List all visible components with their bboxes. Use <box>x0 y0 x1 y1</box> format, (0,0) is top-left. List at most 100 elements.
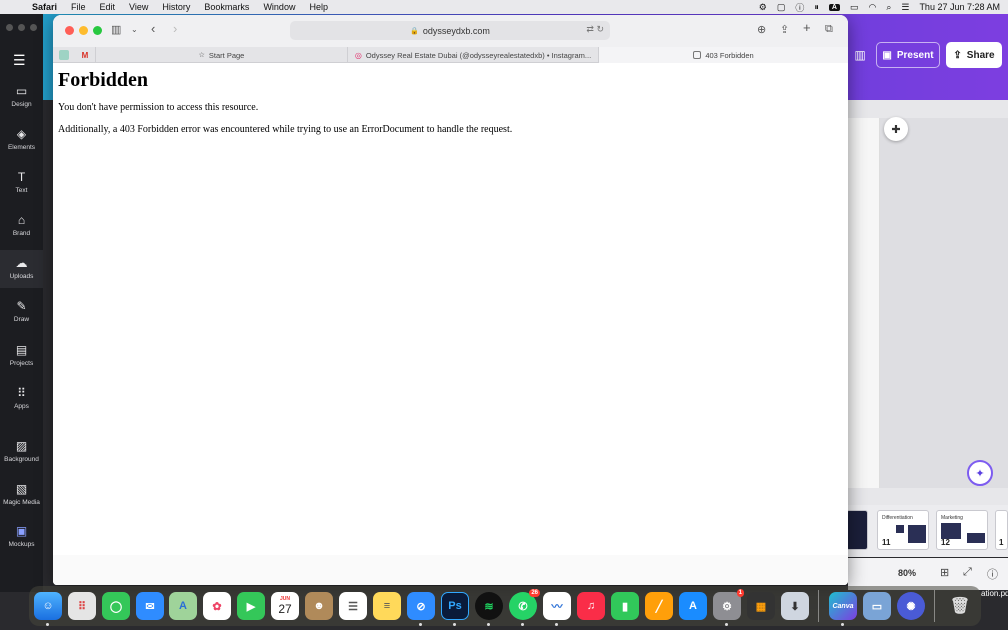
help-icon[interactable]: ⓘ <box>987 566 998 582</box>
rail-text[interactable]: T Text <box>0 170 43 194</box>
menu-bookmarks[interactable]: Bookmarks <box>204 2 249 12</box>
dock-photos[interactable]: ✿ <box>203 592 231 620</box>
tab-bar: M ☆ Start Page ◎ Odyssey Real Estate Dub… <box>53 47 848 63</box>
dock-music[interactable]: ♫ <box>577 592 605 620</box>
tab-instagram[interactable]: ◎ Odyssey Real Estate Dubai (@odysseyrea… <box>347 47 598 63</box>
dock-maps[interactable]: A <box>169 592 197 620</box>
page-thumbnail[interactable]: Differentiation 11 <box>877 510 929 550</box>
rail-background[interactable]: ▨ Background <box>0 439 43 463</box>
dock-calculator[interactable]: ▦ <box>747 592 775 620</box>
sidebar-toggle-icon[interactable]: ▥ <box>111 23 121 36</box>
menu-history[interactable]: History <box>162 2 190 12</box>
rail-brand[interactable]: ⌂ Brand <box>0 213 43 237</box>
dock-notes[interactable]: ≡ <box>373 592 401 620</box>
present-button[interactable]: ▣ Present <box>876 42 940 68</box>
tab-403-forbidden[interactable]: 403 Forbidden <box>598 47 848 63</box>
menu-clock[interactable]: Thu 27 Jun 7:28 AM <box>919 2 1000 12</box>
rail-label: Design <box>11 101 32 108</box>
rail-projects[interactable]: ▤ Projects <box>0 343 43 367</box>
menu-edit[interactable]: Edit <box>100 2 116 12</box>
info-icon[interactable]: ⓘ <box>795 1 804 14</box>
dock-perplexity[interactable]: ✺ <box>897 592 925 620</box>
dock-mail[interactable]: ✉ <box>136 592 164 620</box>
dock-launchpad[interactable]: ⠿ <box>68 592 96 620</box>
insights-icon[interactable]: ▥ <box>850 42 870 68</box>
minimize-button[interactable] <box>79 26 88 35</box>
window-icon[interactable]: ▢ <box>777 2 786 13</box>
back-icon[interactable]: ‹ <box>151 21 155 36</box>
dock-spotify[interactable]: ≋ <box>475 592 503 620</box>
page-thumbnail[interactable]: Marketing 12 <box>936 510 988 550</box>
zoom-button[interactable] <box>93 26 102 35</box>
close-button[interactable] <box>65 26 74 35</box>
dock-whatsapp[interactable]: ✆ 26 <box>509 589 540 620</box>
dock-canva[interactable]: Canva <box>829 592 857 620</box>
search-icon[interactable]: ⌕ <box>886 2 891 13</box>
dock-finder[interactable]: ☺ <box>34 592 62 620</box>
input-source-indicator[interactable]: A <box>828 3 840 11</box>
rail-label: Text <box>15 187 28 194</box>
rail-elements[interactable]: ◈ Elements <box>0 127 43 151</box>
favorite-tile-icon[interactable] <box>59 50 69 60</box>
dock-reminders[interactable]: ☰ <box>339 592 367 620</box>
address-bar[interactable]: 🔒 odysseydxb.com ⇄ ↻ <box>290 21 610 40</box>
forward-icon[interactable]: › <box>173 21 177 36</box>
tab-overview-icon[interactable]: ⧉ <box>825 23 833 36</box>
control-center-icon[interactable]: ☰ <box>901 2 909 13</box>
chevron-down-icon[interactable]: ⌄ <box>131 25 138 34</box>
menu-file[interactable]: File <box>71 2 86 12</box>
dock-downloads[interactable]: ⬇ <box>781 592 809 620</box>
dock-preview[interactable]: ▭ <box>863 592 891 620</box>
dock-trash[interactable]: 🗑 <box>946 592 974 620</box>
apps-icon: ⠿ <box>17 386 26 400</box>
page-thumbnail[interactable]: 1 <box>995 510 1008 550</box>
rail-magic-media[interactable]: ▧ Magic Media <box>0 482 43 506</box>
dock-pages[interactable]: ╱ <box>645 592 673 620</box>
dock-facetime[interactable]: ▶ <box>237 592 265 620</box>
add-comment-icon[interactable]: ✚ <box>884 117 908 141</box>
zoom-level[interactable]: 80% <box>898 568 916 578</box>
hamburger-menu-icon[interactable]: ☰ <box>13 52 26 69</box>
menu-status-area: ⚙ ▢ ⓘ ⏸ A ▭ ◠ ⌕ ☰ Thu 27 Jun 7:28 AM <box>759 0 1000 14</box>
grid-view-icon[interactable]: ⊞ <box>940 566 949 579</box>
dock-safari[interactable]: ⊘ <box>407 592 435 620</box>
uploads-icon: ☁ <box>15 256 28 270</box>
fullscreen-icon[interactable]: ⤢ <box>963 566 972 579</box>
share-page-icon[interactable]: ⇪ <box>780 23 789 36</box>
download-icon[interactable]: ⊕ <box>757 23 766 36</box>
share-button[interactable]: ⇪ Share <box>946 42 1002 68</box>
rail-apps[interactable]: ⠿ Apps <box>0 386 43 410</box>
dock-photoshop[interactable]: Ps <box>441 592 469 620</box>
page-thumbnail[interactable] <box>846 510 868 550</box>
gear-icon[interactable]: ⚙ <box>759 2 767 13</box>
dock-calendar[interactable]: JUN 27 <box>271 592 299 620</box>
canva-page-area[interactable] <box>880 118 1008 488</box>
dock-separator <box>934 590 935 622</box>
rail-design[interactable]: ▭ Design <box>0 84 43 108</box>
pause-icon[interactable]: ⏸ <box>814 2 819 13</box>
gmail-icon[interactable]: M <box>80 50 90 60</box>
battery-icon[interactable]: ▭ <box>850 2 859 13</box>
translate-reload-icons[interactable]: ⇄ ↻ <box>586 24 604 35</box>
dock-contacts[interactable]: ☻ <box>305 592 333 620</box>
dock-system-settings[interactable]: ⚙ 1 <box>713 589 744 620</box>
desktop-file-label[interactable]: ation.pd <box>981 589 1008 598</box>
dock-numbers[interactable]: ▮ <box>611 592 639 620</box>
present-label: Present <box>896 49 934 61</box>
rail-draw[interactable]: ✎ Draw <box>0 299 43 323</box>
wifi-icon[interactable]: ◠ <box>868 2 876 13</box>
menu-app-name[interactable]: Safari <box>32 2 57 12</box>
canva-page-edge[interactable] <box>848 118 880 488</box>
rail-uploads[interactable]: ☁ Uploads <box>0 250 43 288</box>
menu-view[interactable]: View <box>129 2 148 12</box>
rail-mockups[interactable]: ▣ Mockups <box>0 524 43 548</box>
dock-app-store[interactable]: A <box>679 592 707 620</box>
menu-window[interactable]: Window <box>263 2 295 12</box>
dock-messages[interactable]: ◯ <box>102 592 130 620</box>
dock-freeform[interactable]: 〰 <box>543 592 571 620</box>
dock-separator <box>818 590 819 622</box>
tab-start-page[interactable]: ☆ Start Page <box>95 47 347 63</box>
magic-assistant-icon[interactable]: ✦ <box>967 460 993 486</box>
menu-help[interactable]: Help <box>309 2 328 12</box>
new-tab-icon[interactable]: + <box>803 20 811 35</box>
